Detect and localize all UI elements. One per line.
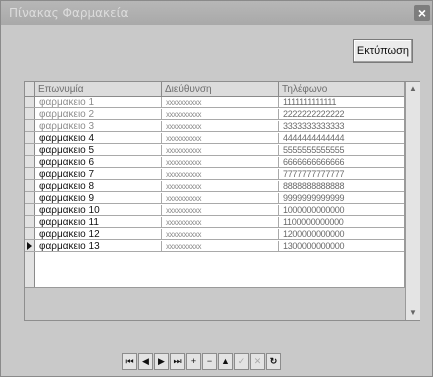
cell-name[interactable]: φαρμακειο 2 xyxy=(35,109,162,120)
next-record-button[interactable]: ▶ xyxy=(154,353,169,370)
cell-address[interactable]: xxxxxxxxxx xyxy=(162,193,279,204)
edit-record-button[interactable]: ▲ xyxy=(218,353,233,370)
cell-phone[interactable]: 7777777777777 xyxy=(279,169,404,180)
cancel-icon: ✕ xyxy=(253,356,262,366)
window-title: Πίνακας Φαρμακεία xyxy=(9,6,129,20)
table-row[interactable]: φαρμακειο 3 xxxxxxxxxx 3333333333333 xyxy=(25,121,404,132)
cell-phone[interactable]: 8888888888888 xyxy=(279,181,404,192)
cell-name[interactable]: φαρμακειο 5 xyxy=(35,145,162,156)
check-icon: ✓ xyxy=(237,356,246,366)
cell-address[interactable]: xxxxxxxxxx xyxy=(162,229,279,240)
next-icon: ▶ xyxy=(158,356,165,366)
pharmacies-grid: Επωνυμία Διεύθυνση Τηλέφωνο φαρμακειο 1x… xyxy=(24,81,420,321)
cancel-record-button[interactable]: ✕ xyxy=(250,353,265,370)
title-bar[interactable]: Πίνακας Φαρμακεία × xyxy=(1,1,432,25)
edit-icon: ▲ xyxy=(221,356,230,366)
cell-address[interactable]: xxxxxxxxxx xyxy=(162,205,279,216)
close-icon: × xyxy=(417,5,427,21)
cell-address[interactable]: xxxxxxxxxx xyxy=(162,241,279,252)
cell-phone[interactable]: 1200000000000 xyxy=(279,229,404,240)
refresh-icon: ↻ xyxy=(269,356,278,366)
first-icon: ⏮ xyxy=(125,356,134,366)
grid-body: Επωνυμία Διεύθυνση Τηλέφωνο φαρμακειο 1x… xyxy=(25,82,405,288)
cell-phone[interactable]: 1000000000000 xyxy=(279,205,404,216)
cell-phone[interactable]: 9999999999999 xyxy=(279,193,404,204)
table-row[interactable]: φαρμακειο 9 xxxxxxxxxx 9999999999999 xyxy=(25,193,404,204)
cell-address[interactable]: xxxxxxxxxx xyxy=(162,169,279,180)
cell-phone[interactable]: 4444444444444 xyxy=(279,133,404,144)
table-row[interactable]: φαρμακειο 2 xxxxxxxxxx 2222222222222 xyxy=(25,109,404,120)
cell-phone[interactable]: 5555555555555 xyxy=(279,145,404,156)
cell-name[interactable]: φαρμακειο 1 xyxy=(35,97,162,108)
cell-address[interactable]: xxxxxxxxxx xyxy=(162,133,279,144)
cell-address[interactable]: xxxxxxxxxx xyxy=(162,145,279,156)
cell-address[interactable]: xxxxxxxxxx xyxy=(162,157,279,168)
table-row[interactable]: φαρμακειο 13 xxxxxxxxxx 1300000000000 xyxy=(25,241,404,252)
table-row[interactable]: φαρμακειο 10 xxxxxxxxxx 1000000000000 xyxy=(25,205,404,216)
cell-name[interactable]: φαρμακειο 11 xyxy=(35,217,162,228)
grid-header: Επωνυμία Διεύθυνση Τηλέφωνο xyxy=(25,82,404,97)
plus-icon: + xyxy=(190,356,197,366)
chevron-down-icon: ▼ xyxy=(409,308,417,317)
cell-name[interactable]: φαρμακειο 8 xyxy=(35,181,162,192)
column-header-name[interactable]: Επωνυμία xyxy=(35,82,162,97)
indicator-header xyxy=(25,82,35,97)
cell-name[interactable]: φαρμακειο 13 xyxy=(35,241,162,252)
cell-phone[interactable]: 3333333333333 xyxy=(279,121,404,132)
scroll-down-button[interactable]: ▼ xyxy=(406,306,420,320)
table-row[interactable]: φαρμακειο 11 xxxxxxxxxx 1100000000000 xyxy=(25,217,404,228)
post-record-button[interactable]: ✓ xyxy=(234,353,249,370)
table-row[interactable]: φαρμακειο 1 xxxxxxxxxx 1111111111111 xyxy=(25,97,404,108)
table-row[interactable]: φαρμακειο 7 xxxxxxxxxx 7777777777777 xyxy=(25,169,404,180)
cell-name[interactable]: φαρμακειο 6 xyxy=(35,157,162,168)
chevron-up-icon: ▲ xyxy=(409,84,417,93)
db-navigator: ⏮ ◀ ▶ ⏭ + − ▲ ✓ ✕ ↻ xyxy=(122,353,312,371)
cell-address[interactable]: xxxxxxxxxx xyxy=(162,109,279,120)
cell-name[interactable]: φαρμακειο 7 xyxy=(35,169,162,180)
table-row[interactable]: φαρμακειο 8 xxxxxxxxxx 8888888888888 xyxy=(25,181,404,192)
pharmacies-window: Πίνακας Φαρμακεία × Εκτύπωση Επωνυμία Δι… xyxy=(0,0,433,377)
column-header-phone[interactable]: Τηλέφωνο xyxy=(279,82,404,97)
cell-phone[interactable]: 1100000000000 xyxy=(279,217,404,228)
close-button[interactable]: × xyxy=(414,5,430,21)
table-row[interactable]: φαρμακειο 5 xxxxxxxxxx 5555555555555 xyxy=(25,145,404,156)
cell-name[interactable]: φαρμακειο 12 xyxy=(35,229,162,240)
cell-address[interactable]: xxxxxxxxxx xyxy=(162,97,279,108)
cell-phone[interactable]: 1111111111111 xyxy=(279,97,404,108)
table-row[interactable]: φαρμακειο 12 xxxxxxxxxx 1200000000000 xyxy=(25,229,404,240)
print-button[interactable]: Εκτύπωση xyxy=(353,39,413,63)
cell-address[interactable]: xxxxxxxxxx xyxy=(162,217,279,228)
current-row-indicator-icon xyxy=(27,242,32,250)
table-row[interactable]: φαρμακειο 4 xxxxxxxxxx 4444444444444 xyxy=(25,133,404,144)
insert-record-button[interactable]: + xyxy=(186,353,201,370)
prior-record-button[interactable]: ◀ xyxy=(138,353,153,370)
last-icon: ⏭ xyxy=(173,356,182,366)
cell-name[interactable]: φαρμακειο 3 xyxy=(35,121,162,132)
cell-address[interactable]: xxxxxxxxxx xyxy=(162,121,279,132)
table-row[interactable]: φαρμακειο 6 xxxxxxxxxx 6666666666666 xyxy=(25,157,404,168)
scroll-up-button[interactable]: ▲ xyxy=(406,82,420,96)
column-header-address[interactable]: Διεύθυνση xyxy=(162,82,279,97)
cell-phone[interactable]: 2222222222222 xyxy=(279,109,404,120)
delete-record-button[interactable]: − xyxy=(202,353,217,370)
cell-phone[interactable]: 6666666666666 xyxy=(279,157,404,168)
cell-address[interactable]: xxxxxxxxxx xyxy=(162,181,279,192)
prior-icon: ◀ xyxy=(142,356,149,366)
last-record-button[interactable]: ⏭ xyxy=(170,353,185,370)
first-record-button[interactable]: ⏮ xyxy=(122,353,137,370)
refresh-button[interactable]: ↻ xyxy=(266,353,281,370)
cell-name[interactable]: φαρμακειο 10 xyxy=(35,205,162,216)
minus-icon: − xyxy=(206,356,213,366)
cell-name[interactable]: φαρμακειο 9 xyxy=(35,193,162,204)
vertical-scrollbar[interactable]: ▲ ▼ xyxy=(405,82,420,320)
cell-phone[interactable]: 1300000000000 xyxy=(279,241,404,252)
cell-name[interactable]: φαρμακειο 4 xyxy=(35,133,162,144)
